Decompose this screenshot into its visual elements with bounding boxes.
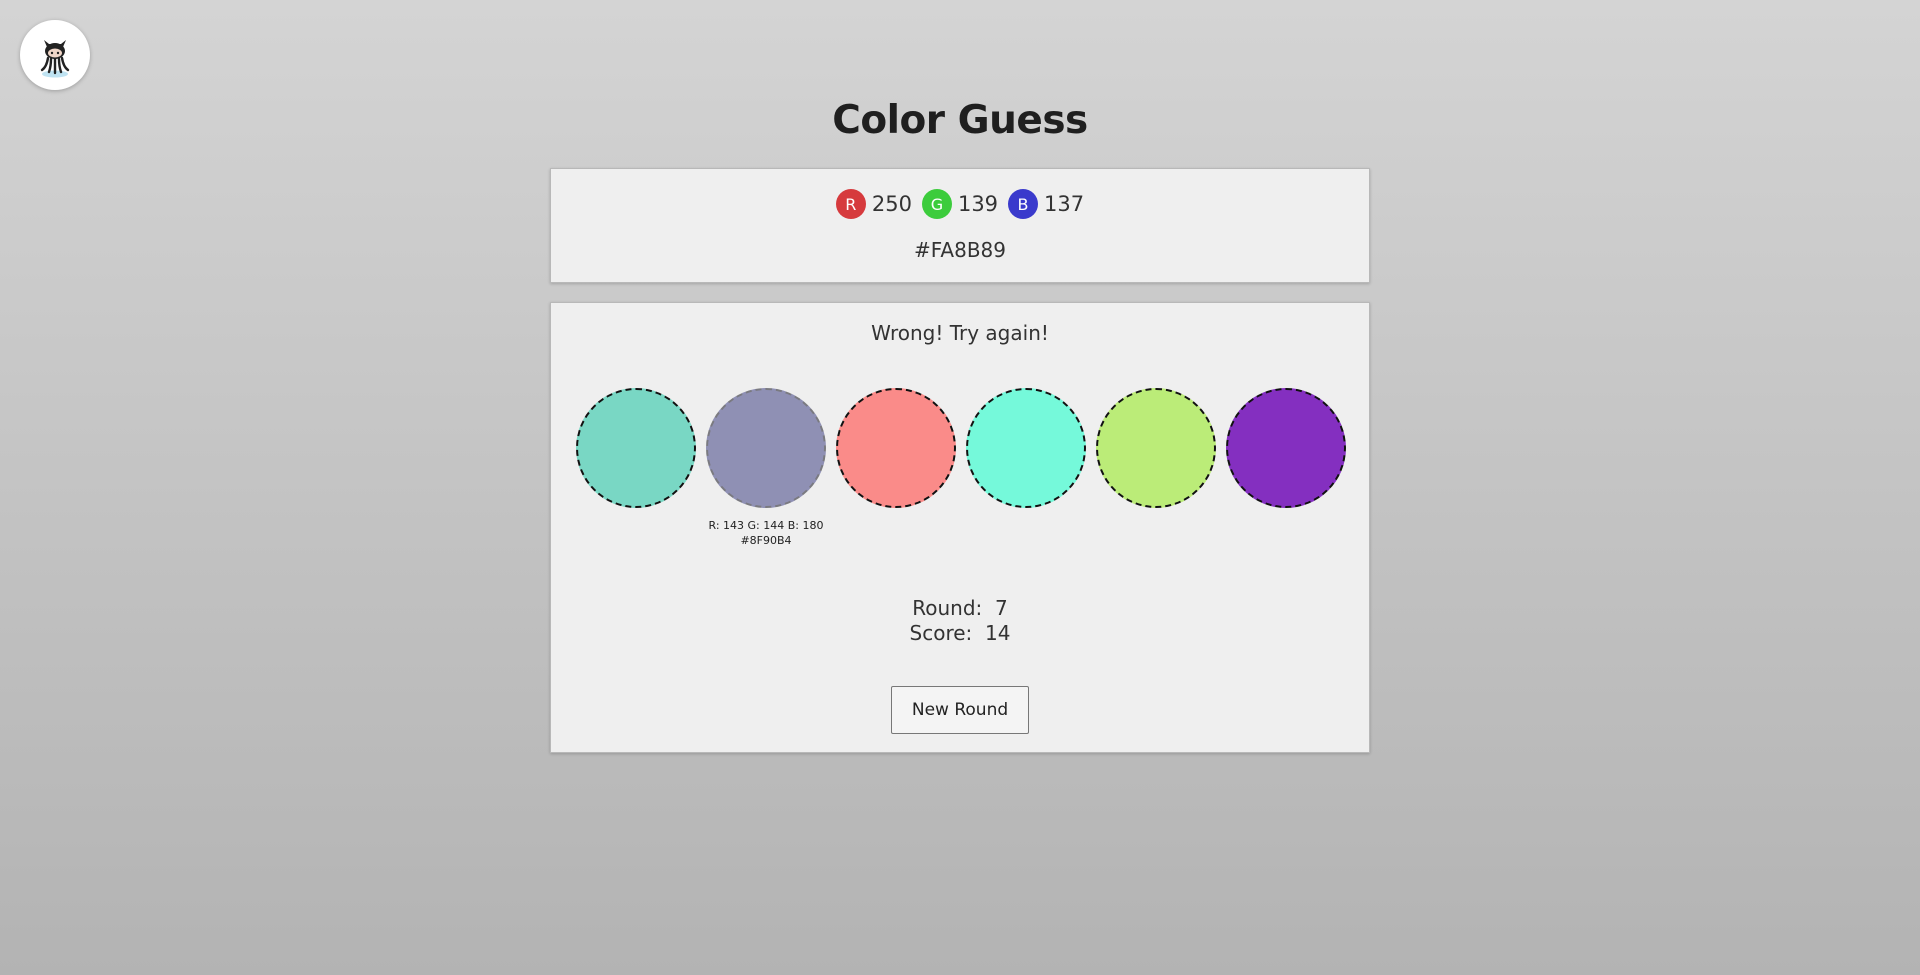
target-hex: #FA8B89: [913, 238, 1006, 262]
github-link[interactable]: [20, 20, 90, 90]
swatch-item: [1096, 388, 1216, 548]
red-channel-badge: R: [835, 189, 866, 219]
game-stats: Round: 7 Score: 14: [551, 596, 1369, 646]
green-channel: G 139: [921, 189, 999, 219]
score-line: Score: 14: [551, 621, 1369, 646]
swatch-item: [576, 388, 696, 548]
round-label: Round:: [912, 596, 983, 620]
target-rgb-row: R 250 G 139 B 137: [551, 189, 1369, 219]
score-label: Score:: [909, 621, 973, 645]
blue-channel: B 137: [1008, 189, 1084, 219]
color-swatch[interactable]: [1096, 388, 1216, 508]
swatch-info: R: 143 G: 144 B: 180 #8F90B4: [709, 518, 824, 548]
status-message: Wrong! Try again!: [871, 321, 1049, 345]
round-line: Round: 7: [551, 596, 1369, 621]
swatch-item: [1226, 388, 1346, 548]
target-color-panel: R 250 G 139 B 137 #FA8B89: [550, 168, 1370, 283]
swatch-item: [836, 388, 956, 548]
score-value: 14: [985, 621, 1011, 645]
swatch-item: R: 143 G: 144 B: 180 #8F90B4: [706, 388, 826, 548]
new-round-button[interactable]: New Round: [891, 686, 1029, 734]
color-swatch[interactable]: [836, 388, 956, 508]
red-channel-value: 250: [871, 192, 912, 216]
green-channel-value: 139: [957, 192, 999, 216]
swatch-item: [966, 388, 1086, 548]
round-value: 7: [995, 596, 1008, 620]
page-title: Color Guess: [832, 98, 1088, 143]
color-swatch[interactable]: [1226, 388, 1346, 508]
blue-channel-badge: B: [1008, 189, 1039, 219]
color-swatch[interactable]: [966, 388, 1086, 508]
blue-channel-value: 137: [1044, 192, 1085, 216]
swatch-hex-label: #8F90B4: [740, 534, 792, 547]
color-swatch[interactable]: [576, 388, 696, 508]
swatch-row: R: 143 G: 144 B: 180 #8F90B4: [576, 388, 1346, 548]
color-swatch[interactable]: [706, 388, 826, 508]
github-octocat-icon: [40, 40, 70, 78]
game-panel: Wrong! Try again! R: 143 G: 144 B: 180 #…: [550, 302, 1370, 753]
green-channel-badge: G: [921, 189, 952, 219]
red-channel: R 250: [835, 189, 912, 219]
swatch-rgb-label: R: 143 G: 144 B: 180: [708, 519, 824, 532]
